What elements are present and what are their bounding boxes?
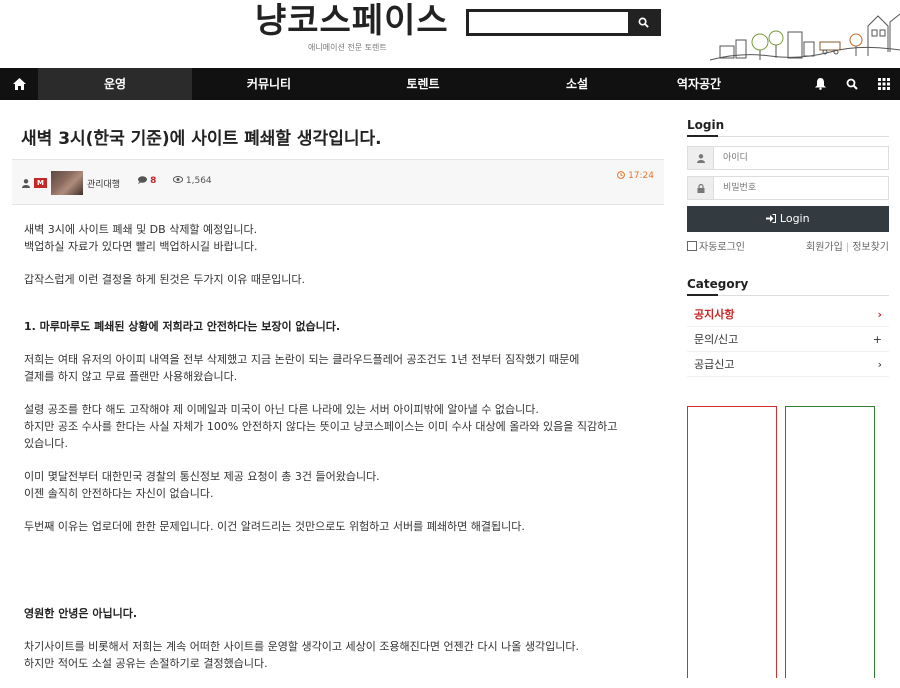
view-count: 1,564 bbox=[172, 176, 212, 186]
link-separator: | bbox=[845, 242, 850, 253]
find-info-link[interactable]: 정보찾기 bbox=[852, 242, 889, 253]
post-paragraph: 영원한 안녕은 아닙니다. bbox=[24, 607, 138, 620]
post-paragraph: 새벽 3시에 사이트 폐쇄 및 DB 삭제할 예정입니다. 백업하실 자료가 있다… bbox=[24, 223, 258, 253]
user-icon bbox=[22, 178, 30, 188]
clock-icon bbox=[617, 171, 626, 179]
bell-icon bbox=[814, 78, 826, 90]
comment-count: 8 bbox=[138, 176, 156, 186]
login-options: 자동로그인 회원가입 | 정보찾기 bbox=[687, 238, 889, 253]
nav-item-torrent[interactable]: 토렌트 bbox=[346, 68, 500, 100]
home-icon bbox=[12, 78, 26, 90]
login-button[interactable]: Login bbox=[687, 206, 889, 232]
comment-icon bbox=[138, 176, 147, 184]
chevron-right-icon: › bbox=[877, 357, 882, 371]
category-list: 공지사항 › 문의/신고 + 공급신고 › bbox=[687, 302, 889, 377]
post-title: 새벽 3시(한국 기준)에 사이트 폐쇄할 생각입니다. bbox=[21, 129, 382, 149]
post-paragraph: 갑작스럽게 이런 결정을 하게 된것은 두가지 이유 때문입니다. bbox=[24, 273, 305, 286]
post-view: 새벽 3시(한국 기준)에 사이트 폐쇄할 생각입니다. M 관리대행 8 1,… bbox=[12, 100, 664, 688]
post-author[interactable]: M 관리대행 bbox=[22, 171, 120, 195]
id-input[interactable]: 아이디 bbox=[713, 146, 889, 170]
post-meta-bar: M 관리대행 8 1,564 17:24 bbox=[12, 159, 664, 205]
city-illustration bbox=[709, 13, 900, 61]
category-item-notice[interactable]: 공지사항 › bbox=[687, 302, 889, 327]
id-input-row: 아이디 bbox=[687, 146, 889, 170]
login-title: Login bbox=[687, 118, 889, 137]
category-item-supply-report[interactable]: 공급신고 › bbox=[687, 352, 889, 377]
main-nav: 운영 커뮤니티 토렌트 소설 역자공간 bbox=[0, 68, 900, 100]
ad-banner-left[interactable] bbox=[687, 406, 777, 678]
author-name: 관리대행 bbox=[86, 179, 121, 190]
plus-icon: + bbox=[872, 332, 882, 346]
nav-item-translator[interactable]: 역자공간 bbox=[654, 68, 744, 100]
post-paragraph: 차기사이트를 비롯해서 저희는 계속 어떠한 사이트를 운영할 생각이고 세상이… bbox=[24, 640, 579, 670]
menu-grid-button[interactable] bbox=[868, 68, 900, 100]
level-badge: M bbox=[34, 178, 47, 188]
account-links: 회원가입 | 정보찾기 bbox=[806, 238, 889, 253]
nav-icon-group bbox=[804, 68, 900, 100]
sign-in-icon bbox=[766, 214, 777, 223]
post-paragraph: 두번째 이유는 업로더에 한한 문제입니다. 이건 알려드리는 것만으로도 위험… bbox=[24, 520, 525, 533]
nav-home-button[interactable] bbox=[0, 68, 38, 100]
grid-icon bbox=[878, 78, 890, 90]
nav-item-operation[interactable]: 운영 bbox=[38, 68, 192, 100]
ad-banner-right[interactable] bbox=[785, 406, 875, 678]
pw-input-row: 비밀번호 bbox=[687, 176, 889, 200]
eye-icon bbox=[172, 176, 184, 183]
post-time: 17:24 bbox=[617, 171, 654, 181]
site-header: 냥코스페이스 애니메이션 전문 토렌트 bbox=[0, 0, 900, 68]
post-paragraph: 설령 공조를 한다 해도 고작해야 제 이메일과 미국이 아닌 다른 나라에 있… bbox=[24, 403, 618, 450]
search-icon bbox=[638, 17, 649, 28]
checkbox-icon bbox=[687, 240, 697, 251]
chevron-right-icon: › bbox=[877, 307, 882, 321]
post-content: 새벽 3시에 사이트 폐쇄 및 DB 삭제할 예정입니다. 백업하실 자료가 있다… bbox=[12, 205, 664, 672]
nav-search-button[interactable] bbox=[836, 68, 868, 100]
search-icon bbox=[846, 78, 858, 90]
site-tagline: 애니메이션 전문 토렌트 bbox=[308, 43, 387, 52]
header-search-input[interactable] bbox=[466, 9, 661, 36]
auto-login-checkbox[interactable]: 자동로그인 bbox=[687, 238, 745, 253]
category-item-inquiry[interactable]: 문의/신고 + bbox=[687, 327, 889, 352]
avatar bbox=[50, 171, 83, 195]
notification-button[interactable] bbox=[804, 68, 836, 100]
lock-icon bbox=[687, 176, 713, 200]
post-paragraph: 이미 몇달전부터 대한민국 경찰의 통신정보 제공 요청이 총 3건 들어왔습니… bbox=[24, 470, 380, 500]
password-input[interactable]: 비밀번호 bbox=[713, 176, 889, 200]
user-icon bbox=[687, 146, 713, 170]
search-button[interactable] bbox=[628, 12, 658, 33]
sidebar: Login 아이디 비밀번호 Login 자동로그인 회원가입 | 정보찾기 Cat… bbox=[687, 100, 889, 377]
site-logo[interactable]: 냥코스페이스 bbox=[255, 2, 449, 40]
nav-item-community[interactable]: 커뮤니티 bbox=[192, 68, 346, 100]
post-paragraph: 저희는 여태 유저의 아이피 내역을 전부 삭제했고 지금 논란이 되는 클라우… bbox=[24, 353, 580, 383]
ad-area bbox=[687, 406, 889, 678]
nav-item-novel[interactable]: 소설 bbox=[500, 68, 654, 100]
post-paragraph: 1. 마루마루도 폐쇄된 상황에 저희라고 안전하다는 보장이 없습니다. bbox=[24, 320, 341, 333]
signup-link[interactable]: 회원가입 bbox=[806, 242, 843, 253]
category-title: Category bbox=[687, 277, 889, 296]
